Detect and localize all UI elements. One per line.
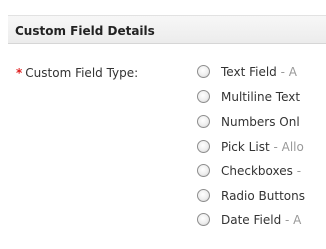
- option-desc: - Allo: [269, 140, 304, 154]
- custom-field-type-label: * Custom Field Type:: [16, 66, 138, 80]
- option-label: Multiline Text: [221, 90, 301, 104]
- radio-radio-buttons[interactable]: [197, 189, 210, 202]
- option-label: Text Field: [221, 65, 277, 79]
- option-desc: -: [292, 164, 302, 178]
- section-header: Custom Field Details: [8, 15, 326, 44]
- option-label: Date Field: [221, 213, 282, 227]
- option-label: Radio Buttons: [221, 189, 305, 203]
- section-title: Custom Field Details: [15, 24, 155, 38]
- option-label: Pick List: [221, 140, 270, 154]
- radio-checkboxes[interactable]: [197, 164, 210, 177]
- required-marker: *: [16, 66, 23, 80]
- option-numbers-only[interactable]: Numbers Onl: [197, 115, 326, 135]
- custom-field-details-panel: Custom Field Details * Custom Field Type:…: [0, 0, 326, 249]
- option-checkboxes[interactable]: Checkboxes -: [197, 164, 326, 184]
- option-label: Numbers Onl: [221, 115, 300, 129]
- option-desc: - A: [281, 213, 302, 227]
- radio-multiline-text[interactable]: [197, 90, 210, 103]
- option-date-field[interactable]: Date Field - A: [197, 213, 326, 233]
- field-label-text: Custom Field Type:: [25, 66, 139, 80]
- option-desc: - A: [276, 65, 297, 79]
- radio-pick-list[interactable]: [197, 140, 210, 153]
- option-multiline-text[interactable]: Multiline Text: [197, 90, 326, 110]
- radio-numbers-only[interactable]: [197, 115, 210, 128]
- radio-text-field[interactable]: [197, 65, 210, 78]
- radio-date-field[interactable]: [197, 213, 210, 226]
- option-radio-buttons[interactable]: Radio Buttons: [197, 189, 326, 209]
- option-pick-list[interactable]: Pick List - Allo: [197, 140, 326, 160]
- option-text-field[interactable]: Text Field - A: [197, 65, 326, 85]
- option-label: Checkboxes: [221, 164, 293, 178]
